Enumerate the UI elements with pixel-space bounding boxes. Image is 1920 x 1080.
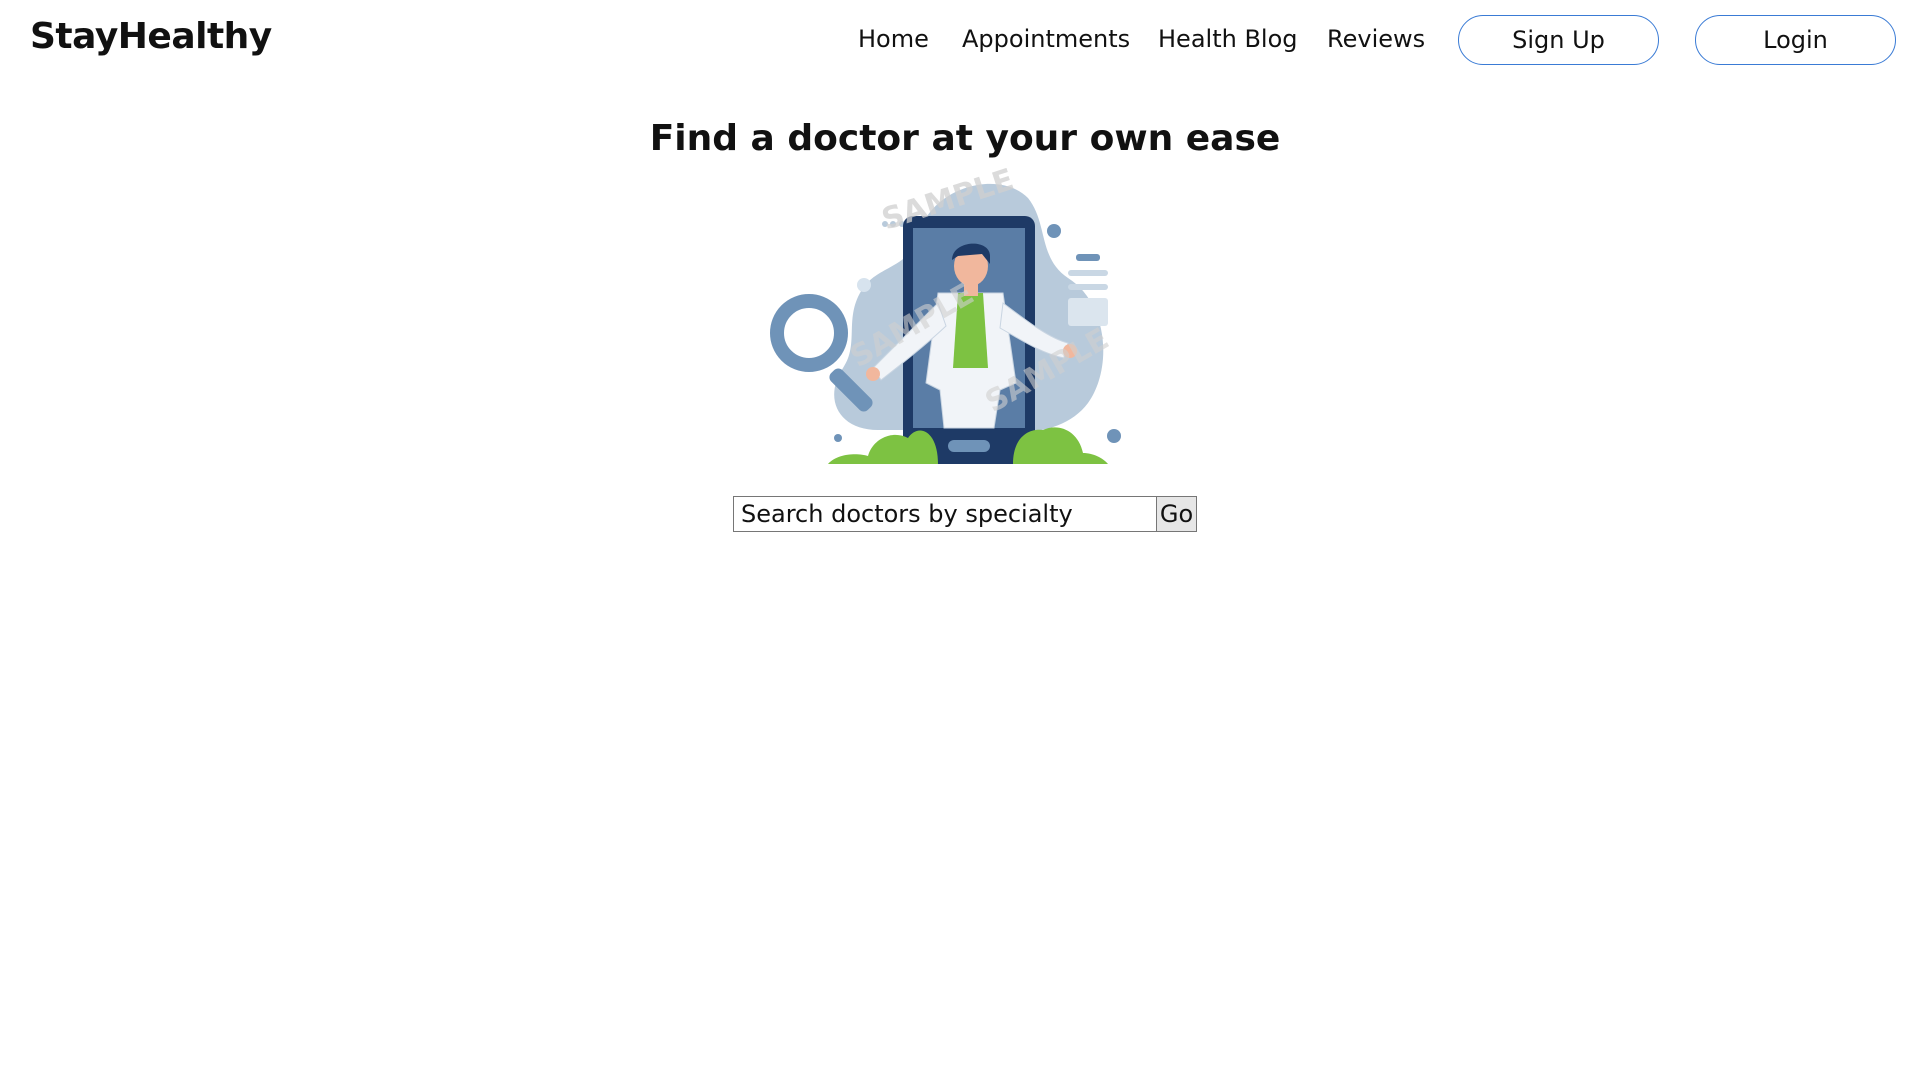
search-bar: Go xyxy=(733,496,1197,532)
document-line xyxy=(1068,270,1108,276)
top-navbar: StayHealthy Home Appointments Health Blo… xyxy=(0,0,1920,82)
document-line xyxy=(1076,254,1100,261)
decor-dot xyxy=(834,434,842,442)
signup-button[interactable]: Sign Up xyxy=(1458,15,1659,65)
document-line xyxy=(1068,284,1108,290)
magnifier-lens xyxy=(770,294,848,372)
document-block xyxy=(1068,298,1108,326)
decor-dot xyxy=(1107,429,1121,443)
phone-home-button xyxy=(948,440,990,452)
doctor-phone-illustration-svg: SAMPLE SAMPLE SAMPLE xyxy=(770,162,1121,464)
doctor-phone-illustration: SAMPLE SAMPLE SAMPLE xyxy=(768,162,1158,468)
brand-logo[interactable]: StayHealthy xyxy=(30,16,272,57)
decor-dot xyxy=(857,278,871,292)
nav-link-appointments[interactable]: Appointments xyxy=(962,25,1130,53)
decor-dot xyxy=(1047,224,1061,238)
search-go-button[interactable]: Go xyxy=(1157,496,1197,532)
nav-link-home[interactable]: Home xyxy=(858,25,929,53)
page-title: Find a doctor at your own ease xyxy=(649,118,1281,159)
search-input[interactable] xyxy=(733,496,1157,532)
nav-link-reviews[interactable]: Reviews xyxy=(1327,25,1425,53)
bush-right xyxy=(1013,427,1108,464)
login-button[interactable]: Login xyxy=(1695,15,1896,65)
nav-link-health-blog[interactable]: Health Blog xyxy=(1158,25,1298,53)
bush-left xyxy=(828,430,938,464)
